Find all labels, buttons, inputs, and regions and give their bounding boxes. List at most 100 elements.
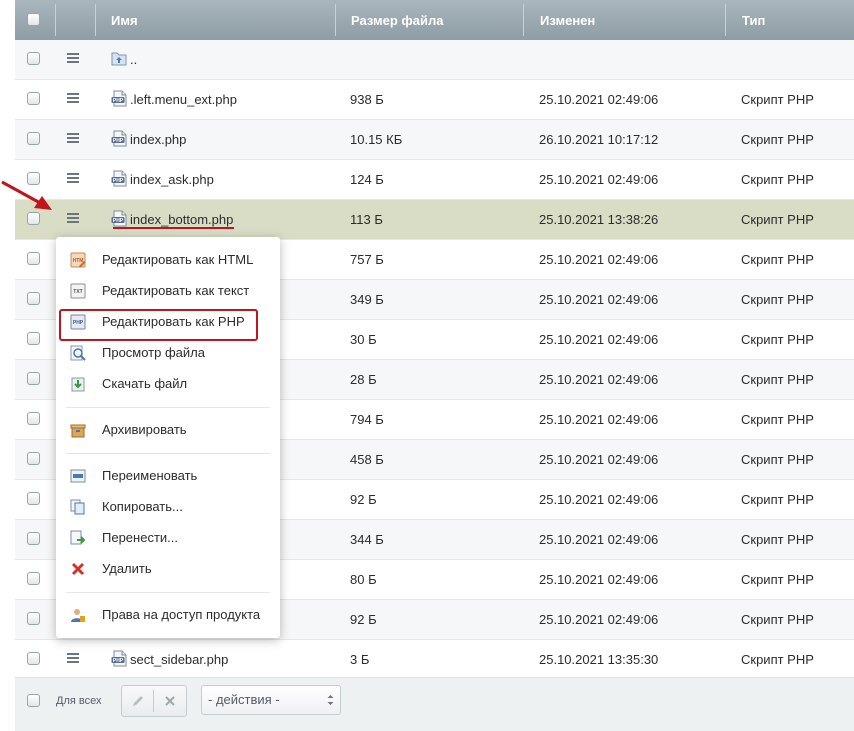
col-header-type[interactable]: Тип [742,0,765,40]
row-checkbox[interactable] [27,92,40,105]
row-checkbox[interactable] [27,132,40,145]
for-all-label: Для всех [56,695,102,707]
table-row[interactable]: .left.menu_ext.php 938 Б 25.10.2021 02:49:… [15,80,854,120]
edit-text-icon: TXT [70,283,86,299]
row-checkbox[interactable] [27,532,40,545]
table-row[interactable]: index_bottom.php 113 Б 25.10.2021 13:38:26… [15,200,854,240]
table-row[interactable]: index_ask.php 124 Б 25.10.2021 02:49:06 Скр… [15,160,854,200]
row-checkbox[interactable] [27,332,40,345]
file-modified: 25.10.2021 13:38:26 [539,212,659,227]
file-size: 757 Б [350,252,384,267]
row-checkbox[interactable] [27,252,40,265]
menu-item-7[interactable]: Переименовать [56,461,280,491]
menu-item-6[interactable]: Архивировать [56,415,280,445]
file-size: 92 Б [350,612,377,627]
file-type: Скрипт PHP [741,332,814,347]
edit-button[interactable] [122,686,153,716]
row-menu-icon[interactable] [67,133,79,144]
pencil-icon [132,696,143,706]
menu-item-label: Переименовать [102,468,198,483]
footer-toolbar: Для всех - действия - [15,677,854,731]
row-menu-icon[interactable] [67,653,79,664]
file-name[interactable]: index.php [130,120,186,159]
menu-item-4[interactable]: Просмотр файла [56,338,280,368]
select-all-checkbox[interactable] [27,13,40,26]
copy-icon [70,499,85,515]
php-file-icon [111,90,127,107]
file-type: Скрипт PHP [741,372,814,387]
annotation-underline [113,227,234,229]
file-name[interactable]: .left.menu_ext.php [130,80,237,119]
row-checkbox[interactable] [27,452,40,465]
menu-item-8[interactable]: Копировать... [56,492,280,522]
row-menu-icon[interactable] [67,173,79,184]
file-type: Скрипт PHP [741,292,814,307]
file-name[interactable]: index_ask.php [130,160,214,199]
menu-item-label: Перенести... [102,530,178,545]
php-file-icon [111,130,127,147]
row-checkbox[interactable] [27,572,40,585]
menu-item-2[interactable]: TXT Редактировать как текст [56,276,280,306]
menu-item-label: Редактировать как текст [102,283,250,298]
menu-item-label: Редактировать как PHP [102,314,245,329]
svg-text:PHP: PHP [73,320,84,326]
file-type: Скрипт PHP [741,132,814,147]
col-header-modified[interactable]: Изменен [540,0,595,40]
archive-icon [70,424,86,438]
col-header-size[interactable]: Размер файла [351,0,444,40]
row-checkbox[interactable] [27,372,40,385]
annotation-arrow-icon [1,180,52,210]
actions-select[interactable]: - действия - [201,685,341,715]
table-row[interactable]: index.php 10.15 КБ 26.10.2021 10:17:12 Скри… [15,120,854,160]
file-modified: 25.10.2021 02:49:06 [539,332,659,347]
file-size: 10.15 КБ [350,132,403,147]
menu-divider [66,592,270,593]
menu-item-label: Архивировать [102,422,187,437]
row-menu-icon[interactable] [67,53,79,64]
menu-item-3[interactable]: PHP Редактировать как PHP [56,307,280,337]
row-menu-icon[interactable] [67,93,79,104]
php-file-icon [111,650,127,667]
file-modified: 25.10.2021 02:49:06 [539,92,659,107]
row-checkbox[interactable] [27,492,40,505]
row-checkbox[interactable] [27,412,40,425]
row-menu-icon[interactable] [67,213,79,224]
file-name[interactable]: index_bottom.php [130,200,233,239]
menu-item-5[interactable]: Скачать файл [56,369,280,399]
menu-item-9[interactable]: Перенести... [56,523,280,553]
delete-button[interactable] [154,686,185,716]
menu-item-label: Удалить [102,561,152,576]
file-name[interactable]: sect_sidebar.php [130,640,228,679]
menu-item-label: Редактировать как HTML [102,252,254,267]
file-size: 458 Б [350,452,384,467]
delete-icon [71,562,85,576]
file-size: 349 Б [350,292,384,307]
for-all-checkbox[interactable] [27,694,40,707]
file-type: Скрипт PHP [741,412,814,427]
table-row[interactable]: sect_sidebar.php 3 Б 25.10.2021 13:35:30 Ск… [15,640,854,680]
row-checkbox[interactable] [27,292,40,305]
menu-item-10[interactable]: Удалить [56,554,280,584]
col-header-name[interactable]: Имя [111,0,138,40]
file-modified: 25.10.2021 02:49:06 [539,412,659,427]
file-type: Скрипт PHP [741,172,814,187]
menu-item-11[interactable]: Права на доступ продукта [56,600,280,630]
table-row[interactable]: .. [15,40,854,80]
actions-select-value: - действия - [208,692,280,707]
file-modified: 25.10.2021 13:35:30 [539,652,659,667]
file-size: 28 Б [350,372,377,387]
footer-button-group [121,685,187,717]
download-icon [71,377,85,392]
file-size: 938 Б [350,92,384,107]
row-checkbox[interactable] [27,652,40,665]
row-checkbox[interactable] [27,52,40,65]
file-size: 113 Б [350,212,383,227]
file-type: Скрипт PHP [741,212,814,227]
menu-divider [66,453,270,454]
file-name[interactable]: .. [130,40,137,79]
menu-item-1[interactable]: HTM Редактировать как HTML [56,245,280,275]
access-rights-icon [71,609,85,622]
file-modified: 25.10.2021 02:49:06 [539,252,659,267]
row-checkbox[interactable] [27,612,40,625]
menu-item-label: Копировать... [102,499,183,514]
